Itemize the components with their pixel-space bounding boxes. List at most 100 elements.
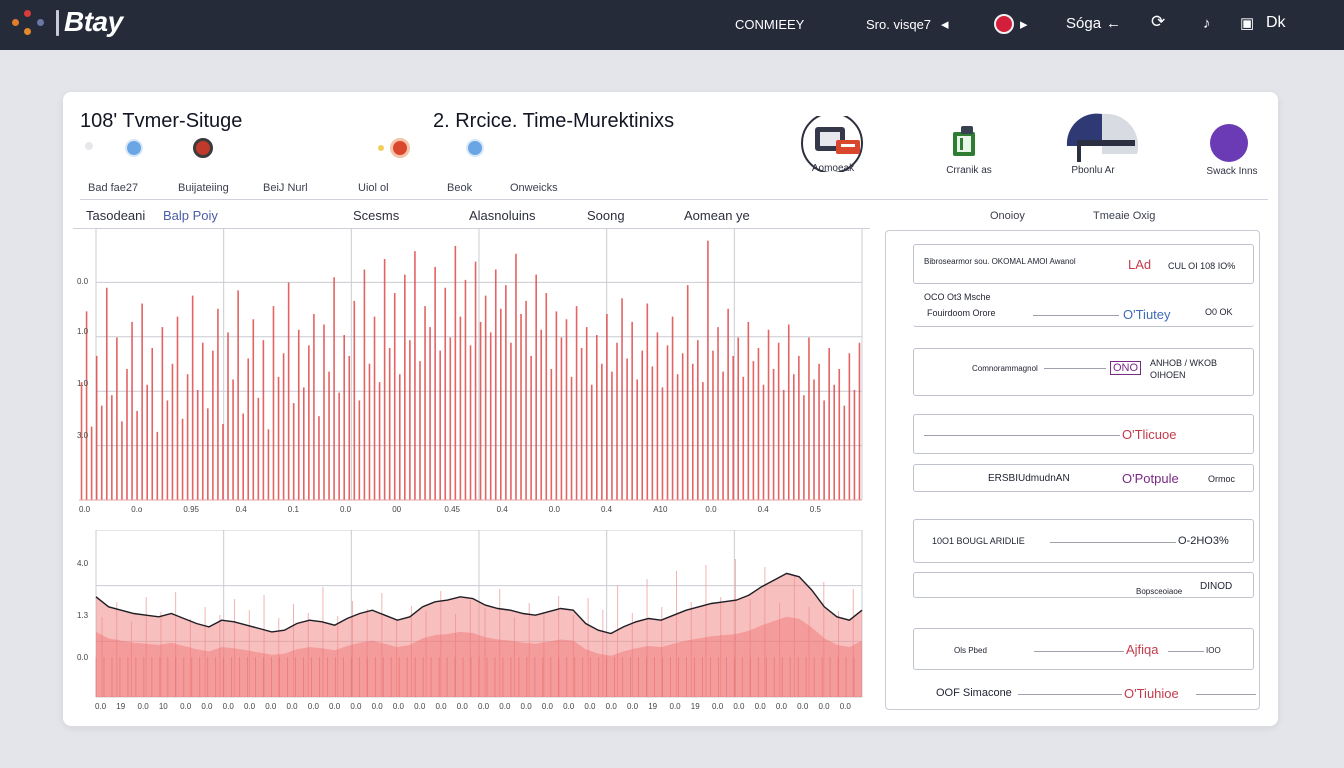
y-tick-label: 0.0 [77,277,89,286]
icon-label: Crranik as [946,165,992,176]
list-item[interactable]: Fouirdoom Orore O'Tiutey O0 OK [913,305,1254,327]
list-item[interactable]: Ols Pbed Ajfiqa IOO [913,628,1254,670]
x-tick-label: 0.0 [138,702,150,711]
x-tick-label: 0.0 [340,505,352,514]
tab-tasodeani[interactable]: Tasodeani [86,208,145,223]
play-icon[interactable]: ◂ [941,15,949,33]
list-item[interactable]: Bibrosearmor sou. OKOMAL AMOI Awanol LAd… [913,244,1254,284]
x-tick-label: 0.4 [601,505,613,514]
status-dot-red[interactable] [193,138,213,158]
status-dot-orange[interactable] [390,138,410,158]
row-value: O'Tiutey [1123,307,1171,322]
status-dot [85,142,93,150]
list-item[interactable]: Bopsceoiaoe DINOD [913,572,1254,598]
row-line [924,435,1120,436]
icon-label: Swack Inns [1206,166,1258,177]
status-dot-blue[interactable] [125,139,143,157]
list-item[interactable]: Comnorammagnol ONO ANHOB / WKOB OIHOEN [913,348,1254,396]
row-text: ERSBIUdmudnAN [988,473,1070,484]
record-icon[interactable] [994,14,1014,34]
x-tick-label: 0.0 [797,702,809,711]
row-line [1196,694,1256,695]
column-header[interactable]: Onweicks [510,182,558,194]
right-panel-header: Tmeaie Oxig [1093,210,1156,222]
x-tick-label: 0.1 [288,505,300,514]
x-tick-label: 0.0 [563,702,575,711]
tab-scesms[interactable]: Scesms [353,208,399,223]
x-tick-label: 10 [159,702,168,711]
x-tick-label: 19 [648,702,657,711]
x-tick-label: 0.0 [95,702,107,711]
right-panel-header: Onoioy [990,210,1025,222]
x-tick-label: 00 [392,505,401,514]
column-header[interactable]: Beok [447,182,472,194]
x-tick-label: 0.0 [818,702,830,711]
row-text: Fouirdoom Orore [927,308,996,318]
x-tick-label: 0.0 [393,702,405,711]
user-icon[interactable]: ♪ [1203,15,1211,32]
y-tick-label: 0.0 [77,653,89,662]
icon-label: Pbonlu Ar [1071,165,1115,176]
x-tick-label: 0.0 [840,702,852,711]
row-line [1168,651,1204,652]
logo-divider [56,10,59,36]
top-menu-item[interactable]: Dk [1266,14,1286,32]
row-text: Bibrosearmor sou. OKOMAL AMOI Awanol [924,257,1076,266]
x-tick-label: 0.5 [810,505,822,514]
x-tick-label: 0.0 [79,505,91,514]
column-header[interactable]: Buijateiing [178,182,229,194]
x-tick-label: 0.0 [542,702,554,711]
refresh-icon[interactable]: ⟳ [1151,12,1165,32]
tab-alasnoluins[interactable]: Alasnoluins [469,208,536,223]
row-meta: IOO [1206,646,1221,655]
list-item[interactable]: 10O1 BOUGL ARIDLIE O-2HO3% [913,519,1254,563]
top-menu-item[interactable]: CONMIEEY [735,17,804,32]
x-tick-label: 0.0 [627,702,639,711]
column-header[interactable]: Uiol ol [358,182,389,194]
top-menu-item[interactable]: Sóga [1066,15,1101,32]
row-meta: ANHOB / WKOB OIHOEN [1150,358,1218,380]
brand-name: Btay [64,6,123,37]
tab-balp-poiy[interactable]: Balp Poiy [163,208,218,223]
column-header[interactable]: Bad fae27 [88,182,138,194]
row-line [1034,651,1124,652]
row-meta: O0 OK [1205,307,1233,317]
row-value: Ajfiqa [1126,642,1159,657]
row-value: O-2HO3% [1178,535,1229,547]
row-value: O'Tlicuoe [1122,427,1177,442]
logo-dots-icon [10,8,50,38]
row-meta: Ormoc [1208,474,1235,484]
arrow-left-icon[interactable]: ← [1106,15,1121,32]
x-tick-label: 0.0 [549,505,561,514]
row-text: Comnorammagnol [972,364,1038,373]
x-tick-label: 0.4 [758,505,770,514]
x-tick-label: 19 [691,702,700,711]
x-tick-label: 0.45 [444,505,460,514]
row-text: 10O1 BOUGL ARIDLIE [932,536,1025,546]
window-icon[interactable]: ▣ [1240,14,1254,32]
column-header[interactable]: BeiJ Nurl [263,182,308,194]
x-tick-label: 0.0 [478,702,490,711]
half-circle-icon[interactable] [1065,112,1139,164]
x-tick-label: 0.95 [183,505,199,514]
tab-aomean-ye[interactable]: Aomean ye [684,208,750,223]
top-menu-item[interactable]: Sro. visqe7 [866,17,931,32]
list-item[interactable]: ERSBIUdmudnAN O'Potpule Ormoc [913,464,1254,492]
x-tick-label: 0.0 [350,702,362,711]
y-tick-label: 1.0 [77,327,89,336]
list-item[interactable]: O'Tlicuoe [913,414,1254,454]
divider [80,199,1268,200]
play-small-icon[interactable]: ▸ [1020,15,1028,33]
row-value: O'Potpule [1122,471,1179,486]
tab-soong[interactable]: Soong [587,208,625,223]
row-text: Bopsceoiaoe [1136,587,1183,596]
x-tick-label: 0.0 [584,702,596,711]
top-bar: Btay CONMIEEY Sro. visqe7 ◂ ▸ Sóga ← ⟳ ♪… [0,0,1344,50]
row-value: O'Tiuhioe [1124,686,1179,701]
book-icon[interactable] [949,124,979,160]
x-tick-label: 0.0 [223,702,235,711]
status-dot-blue[interactable] [466,139,484,157]
purple-dot-icon[interactable] [1210,124,1248,162]
x-tick-label: 0.0 [372,702,384,711]
center-panel-title: 2. Rrcice. Time-Murektinixs [433,110,675,132]
